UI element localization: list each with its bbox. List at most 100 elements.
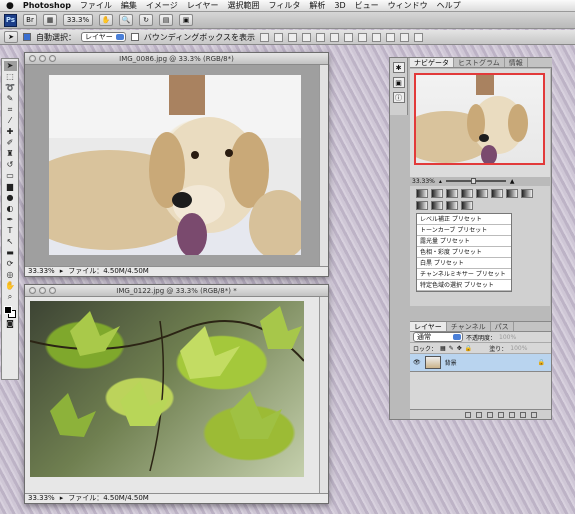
- distribute-right-icon[interactable]: [414, 32, 423, 42]
- lock-transparency-icon[interactable]: ▦: [440, 345, 446, 352]
- tab-info[interactable]: 情報: [505, 58, 528, 67]
- distribute-middle-icon[interactable]: [358, 32, 367, 42]
- gradient-tool-icon[interactable]: ▆: [4, 182, 17, 192]
- preset-channel-mixer[interactable]: チャンネルミキサー プリセット: [417, 269, 511, 280]
- quick-select-tool-icon[interactable]: ✎: [4, 94, 17, 104]
- clone-stamp-tool-icon[interactable]: ♜: [4, 149, 17, 159]
- document-titlebar[interactable]: IMG_0086.jpg @ 33.3% (RGB/8*): [25, 53, 328, 65]
- tab-channels[interactable]: チャンネル: [447, 322, 491, 331]
- shape-tool-icon[interactable]: ▬: [4, 248, 17, 258]
- delete-layer-icon[interactable]: [531, 411, 537, 418]
- menu-window[interactable]: ウィンドウ: [388, 0, 428, 11]
- lock-all-icon[interactable]: 🔒: [465, 345, 472, 352]
- navigator-zoom-value[interactable]: 33.33%: [412, 178, 435, 185]
- menu-select[interactable]: 選択範囲: [228, 0, 260, 11]
- opacity-value[interactable]: 100%: [499, 334, 516, 341]
- align-middle-icon[interactable]: [274, 32, 283, 42]
- zoom-level-dropdown[interactable]: 33.3%: [63, 14, 93, 26]
- brushes-panel-icon[interactable]: ✱: [392, 62, 405, 73]
- navigator-view-box[interactable]: [398, 73, 545, 165]
- preset-black-white[interactable]: 白黒 プリセット: [417, 258, 511, 269]
- blend-mode-dropdown[interactable]: 通常: [413, 332, 463, 342]
- document-canvas[interactable]: [25, 65, 319, 266]
- fill-value[interactable]: 100%: [510, 345, 527, 352]
- dodge-tool-icon[interactable]: ◐: [4, 204, 17, 214]
- info-panel-icon[interactable]: ⓘ: [392, 92, 405, 103]
- menu-image[interactable]: イメージ: [146, 0, 178, 11]
- tab-layers[interactable]: レイヤー: [410, 322, 447, 331]
- move-tool-icon[interactable]: ➤: [3, 61, 17, 71]
- distribute-left-icon[interactable]: [386, 32, 395, 42]
- menu-3d[interactable]: 3D: [334, 1, 345, 10]
- document-titlebar[interactable]: IMG_0122.jpg @ 33.3% (RGB/8*) *: [25, 285, 328, 297]
- channel-mixer-icon[interactable]: [431, 201, 443, 210]
- align-left-icon[interactable]: [302, 32, 311, 42]
- curves-icon[interactable]: [446, 189, 458, 198]
- blur-tool-icon[interactable]: ●: [4, 193, 17, 203]
- bounding-box-checkbox[interactable]: [130, 33, 139, 41]
- path-select-tool-icon[interactable]: ↖: [4, 237, 17, 247]
- levels-icon[interactable]: [431, 189, 443, 198]
- preset-hue-saturation[interactable]: 色相・彩度 プリセット: [417, 247, 511, 258]
- zoom-tool-icon[interactable]: ⌕: [4, 292, 17, 302]
- pen-tool-icon[interactable]: ✒: [4, 215, 17, 225]
- lasso-tool-icon[interactable]: ➰: [4, 83, 17, 93]
- minimize-window-icon[interactable]: [39, 55, 46, 62]
- lock-position-icon[interactable]: ✥: [457, 345, 462, 352]
- healing-brush-tool-icon[interactable]: ✚: [4, 127, 17, 137]
- black-white-icon[interactable]: [521, 189, 533, 198]
- zoom-readout[interactable]: 33.33%: [28, 267, 55, 276]
- eyedropper-tool-icon[interactable]: ⁄: [4, 116, 17, 126]
- distribute-center-icon[interactable]: [400, 32, 409, 42]
- brightness-contrast-icon[interactable]: [416, 189, 428, 198]
- distribute-top-icon[interactable]: [344, 32, 353, 42]
- link-layers-icon[interactable]: [465, 411, 471, 418]
- tab-histogram[interactable]: ヒストグラム: [454, 58, 505, 67]
- auto-select-checkbox[interactable]: [23, 33, 31, 41]
- rotate-view-icon[interactable]: ↻: [139, 14, 153, 26]
- bridge-icon[interactable]: Br: [23, 14, 37, 26]
- vertical-scrollbar[interactable]: [319, 65, 328, 266]
- zoom-out-icon[interactable]: ▴: [439, 178, 442, 185]
- status-menu-icon[interactable]: ▸: [60, 267, 64, 276]
- minimize-window-icon[interactable]: [39, 287, 46, 294]
- eraser-tool-icon[interactable]: ▭: [4, 171, 17, 181]
- lock-pixels-icon[interactable]: ✎: [449, 345, 454, 352]
- add-mask-icon[interactable]: [487, 411, 493, 418]
- image-panel-icon[interactable]: ▣: [392, 77, 405, 88]
- preset-levels[interactable]: レベル補正 プリセット: [417, 214, 511, 225]
- close-window-icon[interactable]: [29, 287, 36, 294]
- new-layer-icon[interactable]: [520, 411, 526, 418]
- zoom-window-icon[interactable]: [49, 55, 56, 62]
- menu-file[interactable]: ファイル: [80, 0, 112, 11]
- align-center-icon[interactable]: [316, 32, 325, 42]
- align-right-icon[interactable]: [330, 32, 339, 42]
- preset-selective-color[interactable]: 特定色域の選択 プリセット: [417, 280, 511, 291]
- menu-view[interactable]: ビュー: [355, 0, 379, 11]
- distribute-bottom-icon[interactable]: [372, 32, 381, 42]
- tab-navigator[interactable]: ナビゲータ: [410, 58, 454, 67]
- vibrance-icon[interactable]: [476, 189, 488, 198]
- screen-mode-icon[interactable]: ▣: [179, 14, 193, 26]
- tab-paths[interactable]: パス: [491, 322, 514, 331]
- hand-tool-icon[interactable]: ✋: [99, 14, 113, 26]
- preset-exposure[interactable]: 露光量 プリセット: [417, 236, 511, 247]
- visibility-eye-icon[interactable]: 👁: [413, 359, 421, 366]
- apple-menu-icon[interactable]: ●: [6, 1, 14, 11]
- type-tool-icon[interactable]: T: [4, 226, 17, 236]
- history-brush-tool-icon[interactable]: ↺: [4, 160, 17, 170]
- quick-mask-icon[interactable]: ◙: [4, 319, 17, 329]
- menu-photoshop[interactable]: Photoshop: [23, 1, 71, 10]
- zoom-tool-icon[interactable]: 🔍: [119, 14, 133, 26]
- zoom-readout[interactable]: 33.33%: [28, 494, 55, 503]
- hue-saturation-icon[interactable]: [491, 189, 503, 198]
- menu-help[interactable]: ヘルプ: [437, 0, 461, 11]
- color-balance-icon[interactable]: [506, 189, 518, 198]
- layer-row-background[interactable]: 👁 背景 🔒: [410, 354, 551, 372]
- zoom-window-icon[interactable]: [49, 287, 56, 294]
- auto-select-dropdown[interactable]: レイヤー: [81, 32, 126, 42]
- exposure-icon[interactable]: [461, 189, 473, 198]
- gradient-map-icon[interactable]: [461, 201, 473, 210]
- photo-filter-icon[interactable]: [416, 201, 428, 210]
- hand-tool-icon[interactable]: ✋: [4, 281, 17, 291]
